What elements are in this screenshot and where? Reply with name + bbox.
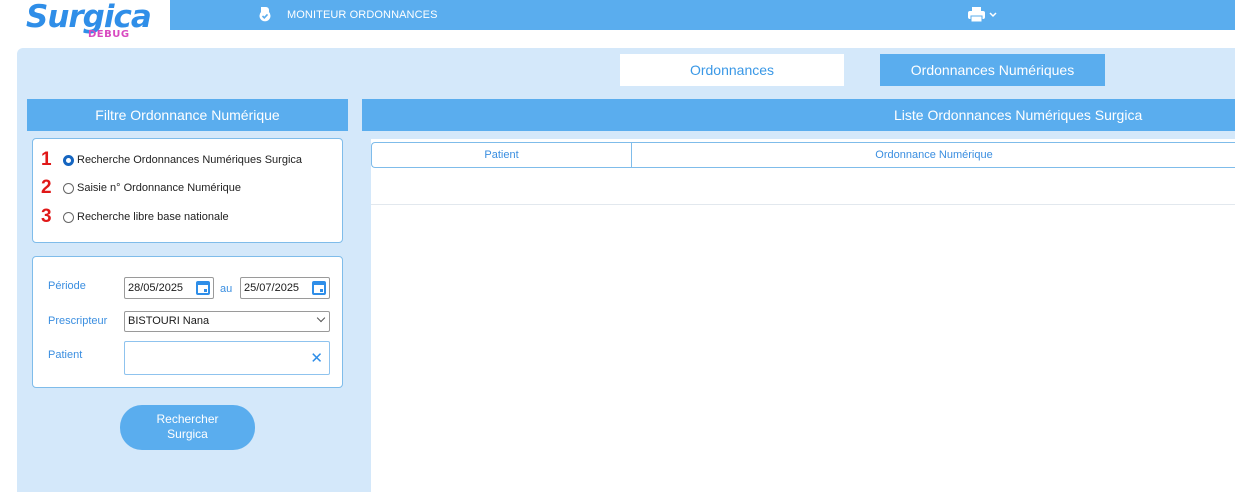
radio-saisie-numero[interactable]: 2 Saisie n° Ordonnance Numérique [41, 177, 241, 198]
radio-recherche-libre[interactable]: 3 Recherche libre base nationale [41, 206, 229, 227]
radio-label: Saisie n° Ordonnance Numérique [77, 182, 241, 194]
prescription-list: Patient Ordonnance Numérique [371, 139, 1235, 492]
debug-badge: DEBUG [88, 29, 130, 40]
app-title: MONITEUR ORDONNANCES [287, 9, 438, 21]
radio-label: Recherche Ordonnances Numériques Surgica [77, 154, 303, 166]
pill-check-icon [259, 7, 271, 22]
list-title: Liste Ordonnances Numériques Surgica [894, 107, 1143, 123]
search-criteria: Période 28/05/2025 au 25/07/2025 Prescri… [32, 256, 343, 388]
list-header: Liste Ordonnances Numériques Surgica [362, 99, 1235, 131]
date-from-value: 28/05/2025 [128, 282, 184, 294]
top-bar: MONITEUR ORDONNANCES [0, 0, 1235, 30]
row-divider [371, 204, 1235, 205]
calendar-icon[interactable] [312, 281, 326, 295]
patient-input[interactable]: ✕ [124, 341, 330, 375]
date-from-input[interactable]: 28/05/2025 [124, 277, 214, 299]
option-number: 3 [41, 206, 52, 227]
search-mode-group: 1 Recherche Ordonnances Numériques Surgi… [32, 138, 343, 243]
radio-checked-icon[interactable] [63, 154, 74, 166]
filter-header: Filtre Ordonnance Numérique [27, 99, 348, 131]
print-menu-button[interactable] [966, 3, 1004, 25]
table-header: Patient Ordonnance Numérique [371, 142, 1235, 168]
column-header-ordonnance[interactable]: Ordonnance Numérique [632, 143, 1235, 167]
printer-icon [968, 7, 997, 23]
periode-label: Période [48, 280, 86, 292]
patient-label: Patient [48, 349, 83, 361]
radio-recherche-surgica[interactable]: 1 Recherche Ordonnances Numériques Surgi… [41, 149, 303, 170]
prescripteur-select[interactable]: BISTOURI Nana [124, 311, 330, 332]
option-number: 1 [41, 149, 52, 170]
rechercher-button[interactable]: Rechercher Surgica [120, 405, 255, 450]
tab-ordonnances-numeriques[interactable]: Ordonnances Numériques [880, 54, 1105, 86]
option-number: 2 [41, 177, 52, 198]
radio-unchecked-icon[interactable] [63, 211, 74, 223]
rechercher-button-label: Rechercher Surgica [156, 412, 219, 441]
date-to-value: 25/07/2025 [244, 282, 300, 294]
date-separator: au [220, 283, 233, 295]
radio-label: Recherche libre base nationale [77, 211, 229, 223]
radio-unchecked-icon[interactable] [63, 182, 74, 194]
chevron-down-icon [316, 313, 326, 323]
date-to-input[interactable]: 25/07/2025 [240, 277, 330, 299]
logo: Surgica DEBUG [0, 0, 170, 44]
close-icon[interactable]: ✕ [310, 349, 323, 367]
prescripteur-label: Prescripteur [48, 315, 108, 327]
tab-ordonnances[interactable]: Ordonnances [620, 54, 844, 86]
prescripteur-value: BISTOURI Nana [128, 315, 210, 327]
calendar-icon[interactable] [196, 281, 210, 295]
column-header-patient[interactable]: Patient [372, 143, 632, 167]
